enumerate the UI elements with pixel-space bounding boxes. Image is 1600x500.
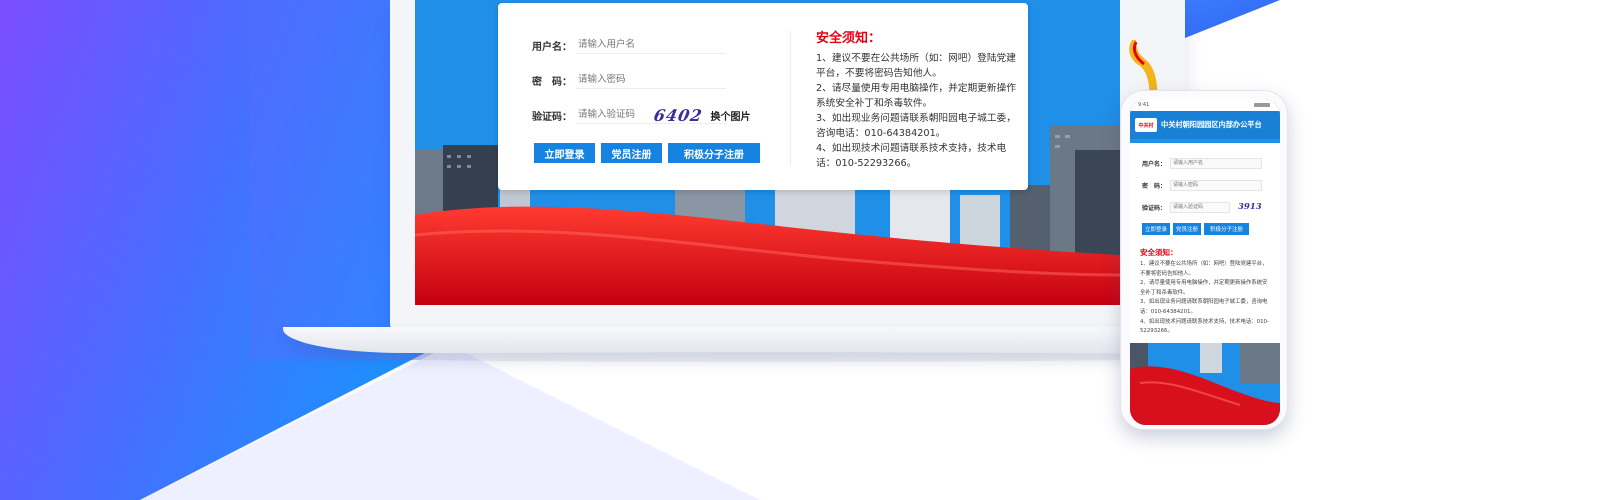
password-label: 密 码： [532,76,572,88]
login-card: 用户名： 密 码： 验证码： 6402 换个图片 立即登录 党员注册 积极分子注… [498,3,1028,190]
password-row: 密 码： [532,70,726,90]
phone-city-flag-scene [1130,343,1280,425]
phone-member-register-button[interactable]: 党员注册 [1173,223,1202,235]
phone-screen: 9:41 中关村 中关村朝阳园园区内部办公平台 用户名： 密 码： 验证码： 3… [1130,99,1280,425]
phone-title: 中关村朝阳园园区内部办公平台 [1161,120,1262,129]
phone-captcha-image[interactable]: 3913 [1238,202,1262,212]
phone-username-label: 用户名： [1142,160,1167,168]
phone-header: 中关村 中关村朝阳园园区内部办公平台 [1130,111,1280,139]
phone-notice-item: 4、如出现技术问题请联系技术支持，技术电话：010-52293266。 [1140,318,1269,335]
username-label: 用户名： [532,41,572,53]
phone-username-input[interactable] [1170,157,1262,169]
notice-item: 4、如出现技术问题请联系技术支持，技术电话：010-52293266。 [816,143,1007,169]
phone-password-input[interactable] [1170,179,1262,191]
phone-notice-item: 3、如出现业务问题请联系朝阳园电子城工委，咨询电话：010-64384201。 [1140,299,1268,315]
captcha-row: 验证码： 6402 换个图片 [532,105,751,125]
phone-password-row: 密 码： [1142,179,1262,191]
phone-username-row: 用户名： [1142,157,1262,169]
status-time: 9:41 [1138,102,1150,108]
password-input[interactable] [576,71,726,89]
signal-battery-icon [1254,103,1270,107]
phone-notice-title: 安全须知： [1140,248,1178,257]
phone-notice-item: 2、请尽量使用专用电脑操作，并定期更新操作系统安全补丁和杀毒软件。 [1140,280,1268,296]
notice-item: 2、请尽量使用专用电脑操作，并定期更新操作系统安全补丁和杀毒软件。 [816,83,1016,109]
phone-captcha-input[interactable] [1170,201,1230,213]
phone-password-label: 密 码： [1142,182,1167,190]
login-form: 用户名： 密 码： 验证码： 6402 换个图片 立即登录 党员注册 积极分子注… [498,3,788,190]
phone-form-buttons: 立即登录 党员注册 积极分子注册 [1142,223,1250,235]
captcha-refresh-link[interactable]: 换个图片 [711,108,751,123]
notice-item: 1、建议不要在公共场所（如：网吧）登陆党建平台，不要将密码告知他人。 [816,53,1016,79]
captcha-label: 验证码： [532,111,572,123]
phone-mockup: 9:41 中关村 中关村朝阳园园区内部办公平台 用户名： 密 码： 验证码： 3… [1120,90,1288,430]
logo-icon: 中关村 [1135,118,1157,132]
laptop-base [283,327,1253,353]
security-notice: 安全须知： 1、建议不要在公共场所（如：网吧）登陆党建平台，不要将密码告知他人。… [816,27,1016,171]
member-register-button[interactable]: 党员注册 [601,143,662,163]
phone-status-bar: 9:41 [1130,99,1280,111]
login-button[interactable]: 立即登录 [534,143,595,163]
notice-title: 安全须知： [816,31,882,46]
phone-security-notice: 安全须知： 1、建议不要在公共场所（如：网吧）登陆党建平台，不要将密码告知他人。… [1140,247,1270,337]
phone-login-button[interactable]: 立即登录 [1142,223,1171,235]
username-input[interactable] [576,36,726,54]
username-row: 用户名： [532,35,726,55]
captcha-image[interactable]: 6402 [652,106,704,125]
form-buttons: 立即登录 党员注册 积极分子注册 [534,143,760,163]
phone-activist-register-button[interactable]: 积极分子注册 [1204,223,1250,235]
phone-captcha-row: 验证码： 3913 [1142,201,1262,213]
activist-register-button[interactable]: 积极分子注册 [668,143,760,163]
notice-item: 3、如出现业务问题请联系朝阳园电子城工委，咨询电话：010-64384201。 [816,113,1016,139]
laptop-screen: 用户名： 密 码： 验证码： 6402 换个图片 立即登录 党员注册 积极分子注… [415,0,1120,305]
phone-captcha-label: 验证码： [1142,204,1167,212]
card-divider [790,31,791,166]
phone-notice-item: 1、建议不要在公共场所（如：网吧）登陆党建平台，不要将密码告知他人。 [1140,261,1268,277]
laptop-shadow [330,352,1210,362]
phone-login-card: 用户名： 密 码： 验证码： 3913 立即登录 党员注册 积极分子注册 安全须… [1130,143,1280,343]
